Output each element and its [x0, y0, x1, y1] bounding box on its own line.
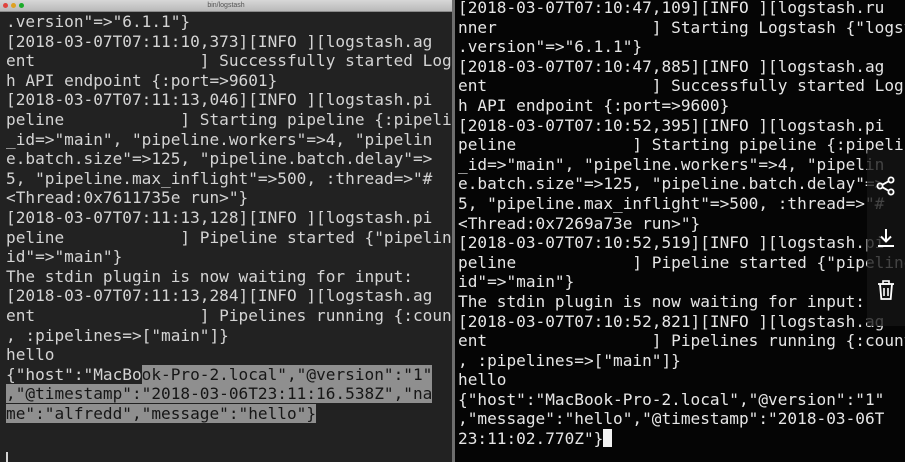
terminal-line: [2018-03-07T07:10:52,395][INFO ][logstas… [458, 115, 885, 135]
left-window-title: bin/logstash [207, 2, 245, 9]
terminal-line: e.batch.size"=>125, "pipeline.batch.dela… [458, 174, 885, 194]
terminal-line: ent ] Successfully started Logstas [458, 76, 905, 96]
selected-text[interactable]: ok-Pro-2.local","@version":"1" [141, 364, 433, 384]
terminal-line: _id=>"main", "pipeline.workers"=>4, "pip… [458, 154, 885, 174]
terminal-line: peline ] Pipeline started {"pipeline. [458, 252, 905, 272]
terminal-line: [2018-03-07T07:11:13,046][INFO ][logstas… [6, 90, 433, 110]
output-text: 23:11:02.770Z"} [458, 429, 604, 449]
trash-icon[interactable] [874, 278, 898, 302]
terminal-line: [2018-03-07T07:10:52,519][INFO ][logstas… [458, 233, 885, 253]
right-terminal-output[interactable]: [2018-03-07T07:10:47,109][INFO ][logstas… [455, 0, 905, 449]
screen: bin/logstash .version"=>"6.1.1"} [2018-03… [0, 0, 905, 462]
terminal-line: ent ] Pipelines running {:count=>1 [6, 305, 452, 325]
left-terminal-output[interactable]: .version"=>"6.1.1"} [2018-03-07T07:11:10,… [0, 12, 452, 423]
right-terminal-window[interactable]: [2018-03-07T07:10:47,109][INFO ][logstas… [455, 0, 905, 462]
terminal-line: [2018-03-07T07:11:10,373][INFO ][logstas… [6, 31, 433, 51]
left-terminal-cursor [6, 452, 8, 462]
terminal-line: ent ] Successfully started Logstas [6, 51, 452, 71]
left-terminal-window[interactable]: bin/logstash .version"=>"6.1.1"} [2018-03… [0, 0, 452, 462]
terminal-line-selected-2[interactable]: ,"@timestamp":"2018-03-06T23:11:16.538Z"… [6, 384, 452, 404]
terminal-line: h API endpoint {:port=>9601} [6, 70, 278, 90]
terminal-line: [2018-03-07T07:10:47,109][INFO ][logstas… [458, 0, 885, 17]
terminal-line-last: 23:11:02.770Z"} [458, 429, 905, 449]
terminal-line: [2018-03-07T07:10:52,821][INFO ][logstas… [458, 311, 885, 331]
terminal-line: ent ] Pipelines running {:count=>1 [458, 331, 905, 351]
share-icon[interactable] [874, 174, 898, 198]
selected-text[interactable]: me":"alfredd","message":"hello"} [6, 403, 317, 423]
terminal-cursor [603, 429, 613, 448]
terminal-line: The stdin plugin is now waiting for inpu… [458, 291, 865, 311]
terminal-line: <Thread:0x7269a73e run>"} [458, 213, 701, 233]
terminal-line: 5, "pipeline.max_inflight"=>500, :thread… [6, 168, 433, 188]
selected-text[interactable]: ,"@timestamp":"2018-03-06T23:11:16.538Z"… [6, 384, 433, 404]
terminal-line: 5, "pipeline.max_inflight"=>500, :thread… [458, 193, 885, 213]
terminal-line: , :pipelines=>["main"]} [6, 325, 229, 345]
terminal-line: .version"=>"6.1.1"} [458, 37, 643, 57]
terminal-line: hello [458, 370, 507, 390]
terminal-line: hello [6, 345, 55, 365]
terminal-line: id"=>"main"} [458, 272, 575, 292]
output-text: {"host":"MacBo [6, 364, 142, 384]
terminal-line: peline ] Pipeline started {"pipeline. [6, 227, 452, 247]
terminal-line: id"=>"main"} [6, 247, 123, 267]
terminal-line: [2018-03-07T07:10:47,885][INFO ][logstas… [458, 56, 885, 76]
terminal-line: h API endpoint {:port=>9600} [458, 95, 730, 115]
terminal-line: .version"=>"6.1.1"} [6, 12, 191, 31]
terminal-line: peline ] Starting pipeline {:pipeline [458, 135, 905, 155]
terminal-line: nner ] Starting Logstash {"logstash [458, 17, 905, 37]
terminal-line: e.batch.size"=>125, "pipeline.batch.dela… [6, 149, 433, 169]
terminal-line: ,"message":"hello","@timestamp":"2018-03… [458, 409, 885, 429]
terminal-line: [2018-03-07T07:11:13,128][INFO ][logstas… [6, 207, 433, 227]
terminal-line: <Thread:0x7611735e run>"} [6, 188, 249, 208]
left-window-titlebar[interactable]: bin/logstash [0, 0, 452, 12]
terminal-line: , :pipelines=>["main"]} [458, 350, 681, 370]
terminal-line: [2018-03-07T07:11:13,284][INFO ][logstas… [6, 286, 433, 306]
terminal-line: peline ] Starting pipeline {:pipeline [6, 109, 452, 129]
action-sidebar [867, 150, 905, 326]
terminal-line: {"host":"MacBook-Pro-2.local","@version"… [458, 389, 885, 409]
terminal-line-selected-3[interactable]: me":"alfredd","message":"hello"} [6, 403, 452, 424]
download-icon[interactable] [874, 226, 898, 250]
terminal-line-selected-1[interactable]: {"host":"MacBook-Pro-2.local","@version"… [6, 364, 452, 385]
terminal-line: _id=>"main", "pipeline.workers"=>4, "pip… [6, 129, 433, 149]
terminal-line: The stdin plugin is now waiting for inpu… [6, 266, 413, 286]
